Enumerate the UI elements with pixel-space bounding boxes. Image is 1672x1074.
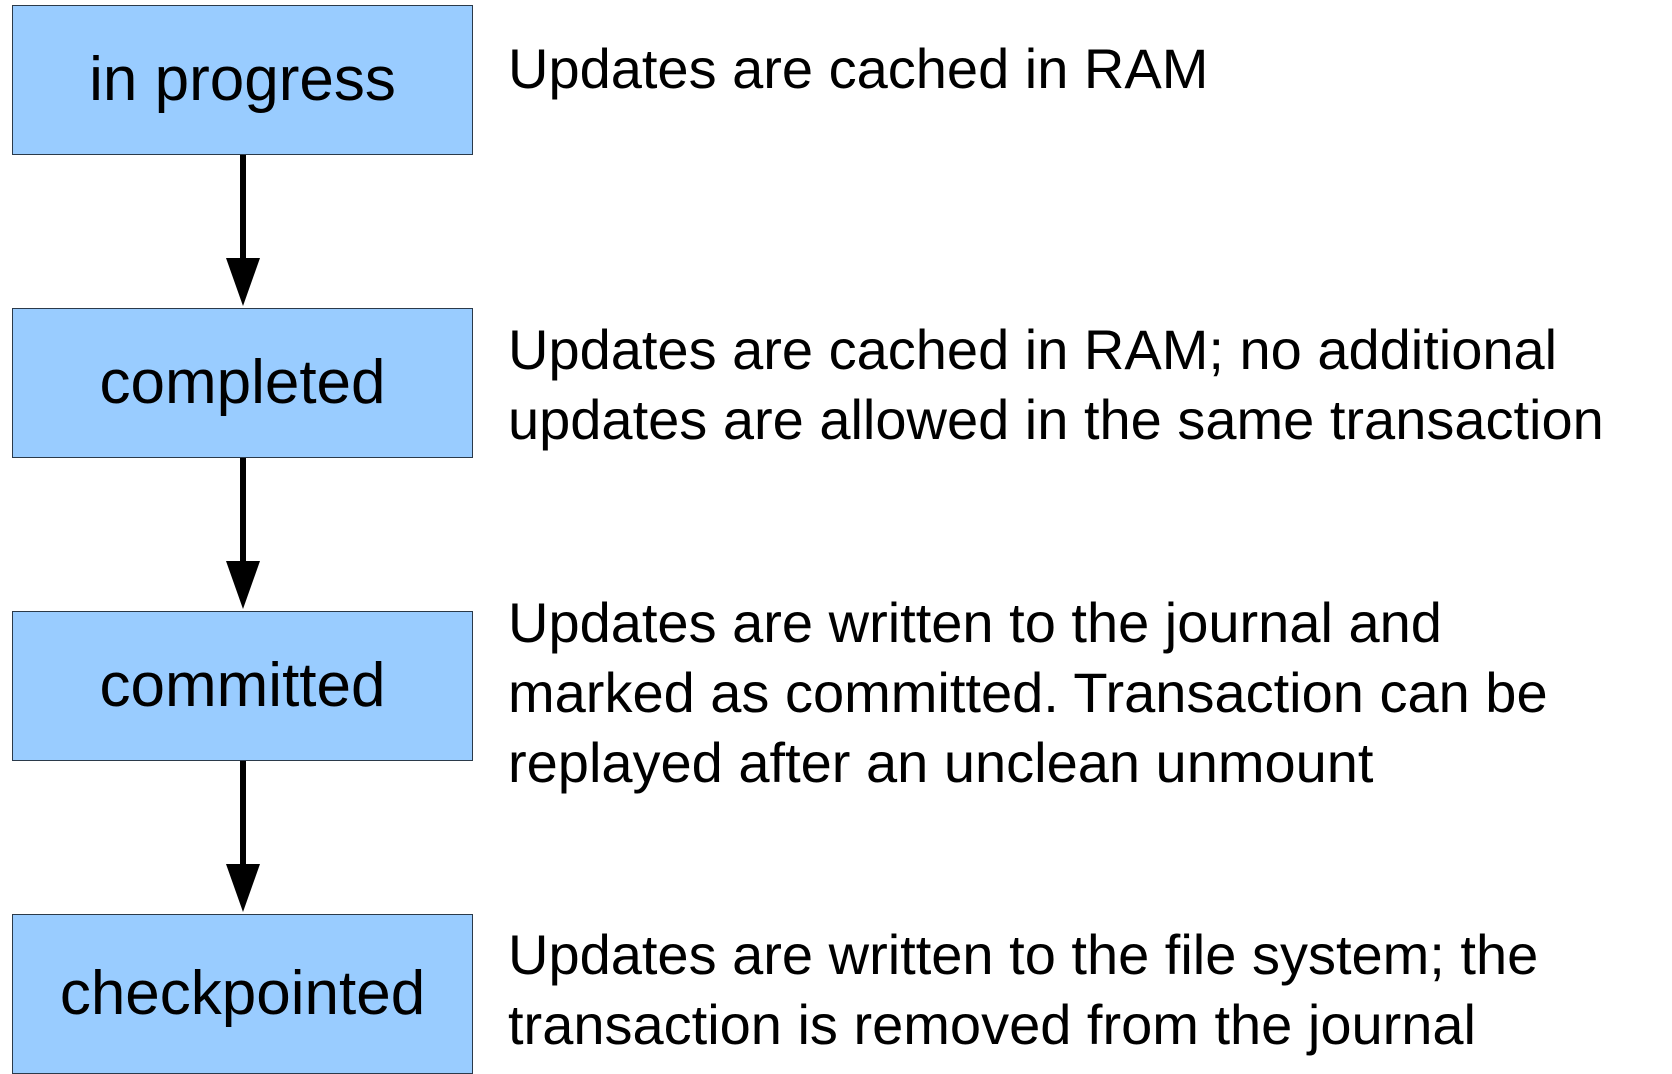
state-description-committed: Updates are written to the journal and m…: [508, 588, 1668, 798]
state-label: committed: [99, 651, 386, 720]
arrow-head: [226, 864, 260, 912]
state-box-checkpointed: checkpointed: [12, 914, 473, 1074]
description-line: transaction is removed from the journal: [508, 993, 1476, 1056]
description-line: replayed after an unclean unmount: [508, 731, 1374, 794]
state-description-completed: Updates are cached in RAM; no additional…: [508, 315, 1668, 455]
state-description-in-progress: Updates are cached in RAM: [508, 34, 1668, 104]
state-label: completed: [99, 348, 386, 417]
arrow-completed-to-committed: [226, 458, 260, 609]
arrow-committed-to-checkpointed: [226, 761, 260, 912]
description-line: Updates are cached in RAM; no additional: [508, 318, 1558, 381]
description-line: marked as committed. Transaction can be: [508, 661, 1548, 724]
description-line: updates are allowed in the same transact…: [508, 388, 1604, 451]
state-label: checkpointed: [59, 959, 426, 1028]
state-label: in progress: [89, 45, 396, 114]
arrow-head: [226, 258, 260, 306]
state-box-completed: completed: [12, 308, 473, 458]
arrow-head: [226, 561, 260, 609]
arrow-in-progress-to-completed: [226, 155, 260, 306]
description-line: Updates are written to the journal and: [508, 591, 1442, 654]
arrows-layer: [226, 155, 260, 912]
state-description-checkpointed: Updates are written to the file system; …: [508, 920, 1668, 1060]
transaction-state-diagram: in progress Updates are cached in RAM co…: [0, 0, 1672, 1074]
state-box-committed: committed: [12, 611, 473, 761]
description-line: Updates are cached in RAM: [508, 37, 1209, 100]
description-line: Updates are written to the file system; …: [508, 923, 1539, 986]
state-box-in-progress: in progress: [12, 5, 473, 155]
